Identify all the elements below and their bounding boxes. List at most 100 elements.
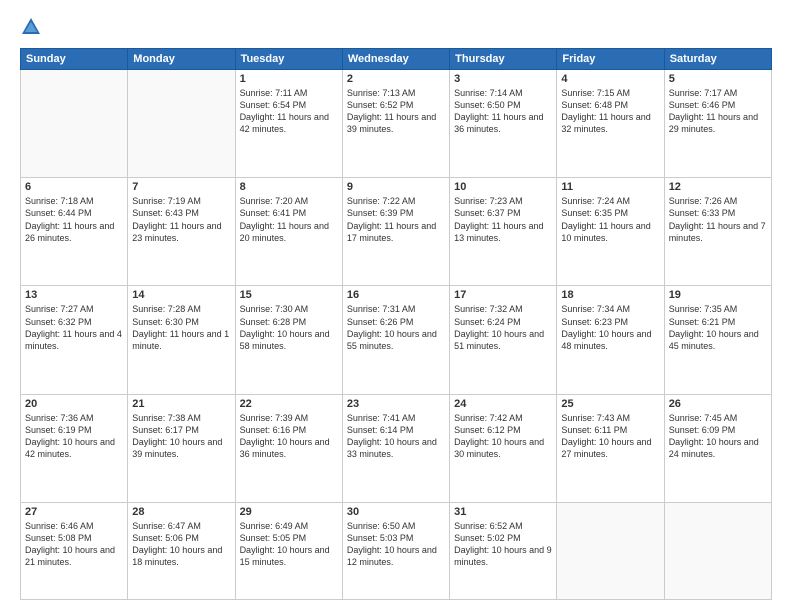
day-info: Sunrise: 7:24 AM Sunset: 6:35 PM Dayligh…	[561, 195, 659, 244]
day-number: 21	[132, 398, 230, 410]
day-info: Sunrise: 7:23 AM Sunset: 6:37 PM Dayligh…	[454, 195, 552, 244]
day-number: 16	[347, 289, 445, 301]
day-info: Sunrise: 7:42 AM Sunset: 6:12 PM Dayligh…	[454, 412, 552, 461]
day-info: Sunrise: 7:18 AM Sunset: 6:44 PM Dayligh…	[25, 195, 123, 244]
day-info: Sunrise: 6:50 AM Sunset: 5:03 PM Dayligh…	[347, 520, 445, 569]
calendar-cell: 10 Sunrise: 7:23 AM Sunset: 6:37 PM Dayli…	[450, 178, 557, 286]
day-info: Sunrise: 7:31 AM Sunset: 6:26 PM Dayligh…	[347, 303, 445, 352]
day-number: 24	[454, 398, 552, 410]
day-info: Sunrise: 7:43 AM Sunset: 6:11 PM Dayligh…	[561, 412, 659, 461]
calendar-cell: 13Sunrise: 7:27 AM Sunset: 6:32 PM Dayli…	[21, 286, 128, 394]
week-row-1: 1Sunrise: 7:11 AM Sunset: 6:54 PM Daylig…	[21, 70, 772, 178]
day-info: Sunrise: 7:28 AM Sunset: 6:30 PM Dayligh…	[132, 303, 230, 352]
day-info: Sunrise: 6:52 AM Sunset: 5:02 PM Dayligh…	[454, 520, 552, 569]
week-row-5: 27Sunrise: 6:46 AM Sunset: 5:08 PM Dayli…	[21, 502, 772, 599]
day-info: Sunrise: 7:26 AM Sunset: 6:33 PM Dayligh…	[669, 195, 767, 244]
calendar-cell: 23 Sunrise: 7:41 AM Sunset: 6:14 PM Dayli…	[342, 394, 449, 502]
day-info: Sunrise: 7:15 AM Sunset: 6:48 PM Dayligh…	[561, 87, 659, 136]
calendar-cell: 7 Sunrise: 7:19 AM Sunset: 6:43 PM Daylig…	[128, 178, 235, 286]
calendar-cell: 19 Sunrise: 7:35 AM Sunset: 6:21 PM Dayli…	[664, 286, 771, 394]
calendar-cell: 8 Sunrise: 7:20 AM Sunset: 6:41 PM Daylig…	[235, 178, 342, 286]
day-number: 14	[132, 289, 230, 301]
day-number: 28	[132, 506, 230, 518]
day-info: Sunrise: 7:32 AM Sunset: 6:24 PM Dayligh…	[454, 303, 552, 352]
day-number: 26	[669, 398, 767, 410]
day-number: 23	[347, 398, 445, 410]
logo-icon	[20, 16, 42, 38]
day-number: 11	[561, 181, 659, 193]
day-info: Sunrise: 7:39 AM Sunset: 6:16 PM Dayligh…	[240, 412, 338, 461]
day-number: 20	[25, 398, 123, 410]
calendar-cell: 21 Sunrise: 7:38 AM Sunset: 6:17 PM Dayli…	[128, 394, 235, 502]
calendar-cell: 14 Sunrise: 7:28 AM Sunset: 6:30 PM Dayli…	[128, 286, 235, 394]
calendar-cell: 3Sunrise: 7:14 AM Sunset: 6:50 PM Daylig…	[450, 70, 557, 178]
week-row-2: 6 Sunrise: 7:18 AM Sunset: 6:44 PM Daylig…	[21, 178, 772, 286]
day-info: Sunrise: 7:30 AM Sunset: 6:28 PM Dayligh…	[240, 303, 338, 352]
day-number: 19	[669, 289, 767, 301]
calendar-cell: 9 Sunrise: 7:22 AM Sunset: 6:39 PM Daylig…	[342, 178, 449, 286]
day-info: Sunrise: 7:34 AM Sunset: 6:23 PM Dayligh…	[561, 303, 659, 352]
day-number: 30	[347, 506, 445, 518]
day-info: Sunrise: 7:20 AM Sunset: 6:41 PM Dayligh…	[240, 195, 338, 244]
column-header-wednesday: Wednesday	[342, 49, 449, 70]
day-number: 3	[454, 73, 552, 85]
column-header-sunday: Sunday	[21, 49, 128, 70]
calendar-cell: 30 Sunrise: 6:50 AM Sunset: 5:03 PM Dayli…	[342, 502, 449, 599]
day-number: 12	[669, 181, 767, 193]
day-number: 6	[25, 181, 123, 193]
day-number: 29	[240, 506, 338, 518]
day-number: 5	[669, 73, 767, 85]
calendar-cell: 2Sunrise: 7:13 AM Sunset: 6:52 PM Daylig…	[342, 70, 449, 178]
day-info: Sunrise: 7:38 AM Sunset: 6:17 PM Dayligh…	[132, 412, 230, 461]
calendar-cell	[128, 70, 235, 178]
calendar-cell: 5 Sunrise: 7:17 AM Sunset: 6:46 PM Daylig…	[664, 70, 771, 178]
calendar-cell: 11 Sunrise: 7:24 AM Sunset: 6:35 PM Dayli…	[557, 178, 664, 286]
day-number: 1	[240, 73, 338, 85]
day-info: Sunrise: 7:17 AM Sunset: 6:46 PM Dayligh…	[669, 87, 767, 136]
calendar-cell: 4 Sunrise: 7:15 AM Sunset: 6:48 PM Daylig…	[557, 70, 664, 178]
day-number: 8	[240, 181, 338, 193]
day-info: Sunrise: 7:35 AM Sunset: 6:21 PM Dayligh…	[669, 303, 767, 352]
day-number: 15	[240, 289, 338, 301]
week-row-4: 20Sunrise: 7:36 AM Sunset: 6:19 PM Dayli…	[21, 394, 772, 502]
calendar-table: SundayMondayTuesdayWednesdayThursdayFrid…	[20, 48, 772, 600]
week-row-3: 13Sunrise: 7:27 AM Sunset: 6:32 PM Dayli…	[21, 286, 772, 394]
calendar-cell: 1Sunrise: 7:11 AM Sunset: 6:54 PM Daylig…	[235, 70, 342, 178]
day-number: 18	[561, 289, 659, 301]
calendar-cell: 18 Sunrise: 7:34 AM Sunset: 6:23 PM Dayli…	[557, 286, 664, 394]
calendar-body: 1Sunrise: 7:11 AM Sunset: 6:54 PM Daylig…	[21, 70, 772, 600]
calendar-cell: 12 Sunrise: 7:26 AM Sunset: 6:33 PM Dayli…	[664, 178, 771, 286]
calendar-cell: 31 Sunrise: 6:52 AM Sunset: 5:02 PM Dayli…	[450, 502, 557, 599]
day-info: Sunrise: 7:41 AM Sunset: 6:14 PM Dayligh…	[347, 412, 445, 461]
calendar-cell: 15 Sunrise: 7:30 AM Sunset: 6:28 PM Dayli…	[235, 286, 342, 394]
calendar-cell	[557, 502, 664, 599]
column-header-monday: Monday	[128, 49, 235, 70]
day-number: 10	[454, 181, 552, 193]
day-info: Sunrise: 7:19 AM Sunset: 6:43 PM Dayligh…	[132, 195, 230, 244]
column-header-friday: Friday	[557, 49, 664, 70]
calendar-cell: 6 Sunrise: 7:18 AM Sunset: 6:44 PM Daylig…	[21, 178, 128, 286]
column-header-thursday: Thursday	[450, 49, 557, 70]
calendar-cell: 29 Sunrise: 6:49 AM Sunset: 5:05 PM Dayli…	[235, 502, 342, 599]
day-number: 7	[132, 181, 230, 193]
day-number: 9	[347, 181, 445, 193]
day-info: Sunrise: 7:27 AM Sunset: 6:32 PM Dayligh…	[25, 303, 123, 352]
day-number: 31	[454, 506, 552, 518]
column-header-tuesday: Tuesday	[235, 49, 342, 70]
calendar-cell: 26 Sunrise: 7:45 AM Sunset: 6:09 PM Dayli…	[664, 394, 771, 502]
day-info: Sunrise: 7:22 AM Sunset: 6:39 PM Dayligh…	[347, 195, 445, 244]
calendar-cell: 17Sunrise: 7:32 AM Sunset: 6:24 PM Dayli…	[450, 286, 557, 394]
day-info: Sunrise: 7:13 AM Sunset: 6:52 PM Dayligh…	[347, 87, 445, 136]
calendar-cell: 20Sunrise: 7:36 AM Sunset: 6:19 PM Dayli…	[21, 394, 128, 502]
calendar-cell: 25 Sunrise: 7:43 AM Sunset: 6:11 PM Dayli…	[557, 394, 664, 502]
day-number: 4	[561, 73, 659, 85]
calendar-cell: 27Sunrise: 6:46 AM Sunset: 5:08 PM Dayli…	[21, 502, 128, 599]
day-info: Sunrise: 6:47 AM Sunset: 5:06 PM Dayligh…	[132, 520, 230, 569]
logo	[20, 16, 46, 38]
day-number: 27	[25, 506, 123, 518]
calendar-cell: 24 Sunrise: 7:42 AM Sunset: 6:12 PM Dayli…	[450, 394, 557, 502]
day-info: Sunrise: 6:49 AM Sunset: 5:05 PM Dayligh…	[240, 520, 338, 569]
day-number: 25	[561, 398, 659, 410]
header	[20, 16, 772, 38]
day-info: Sunrise: 7:45 AM Sunset: 6:09 PM Dayligh…	[669, 412, 767, 461]
